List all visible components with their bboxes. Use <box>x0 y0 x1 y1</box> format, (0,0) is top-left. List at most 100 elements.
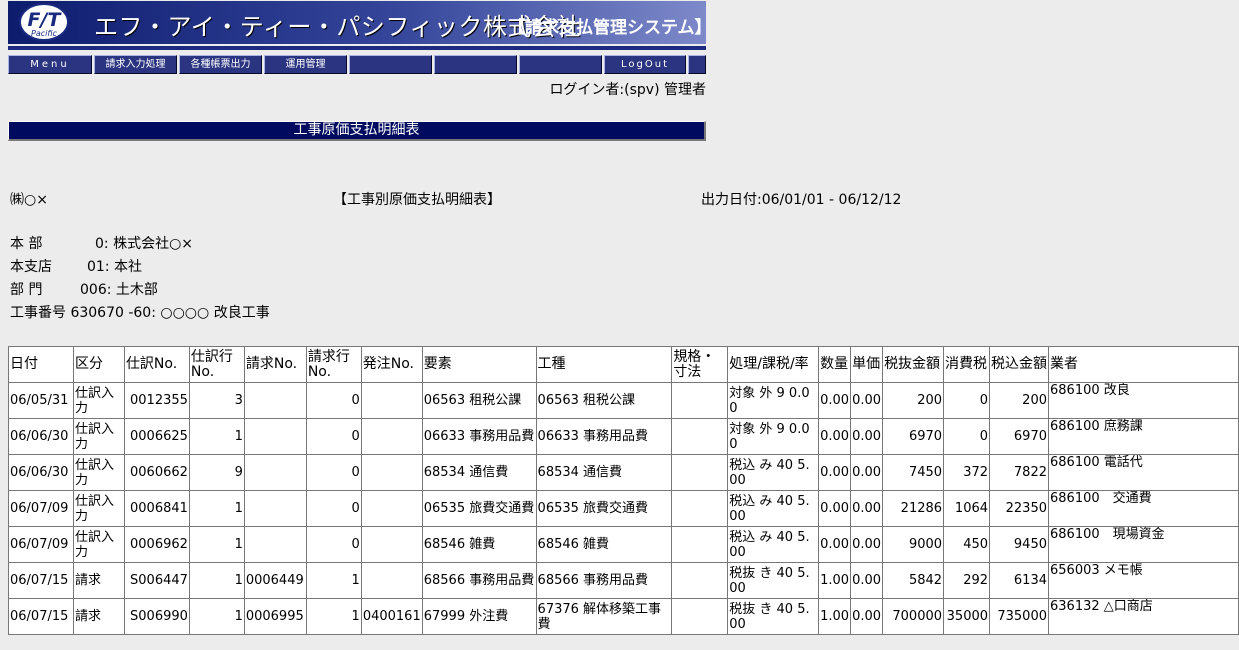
cell-spec <box>671 382 729 419</box>
cell-invoice-line: 0 <box>305 454 362 491</box>
nav-operations-button[interactable]: 運用管理 <box>264 55 347 74</box>
cell-consumption-tax: 450 <box>943 526 991 563</box>
cell-consumption-tax: 0 <box>943 418 991 455</box>
col-vendor: 業者 <box>1048 346 1239 383</box>
cell-unit-price: 0.00 <box>850 526 884 563</box>
cell-element: 68546 雑費 <box>421 526 537 563</box>
table-row: 06/07/15 請求 S006447 1 0006449 1 68566 事務用品費 685… <box>8 562 1239 599</box>
cell-invoice-no: 0006449 <box>243 562 307 599</box>
col-work-type: 工種 <box>535 346 673 383</box>
cell-quantity: 1.00 <box>818 562 852 599</box>
cell-vendor: 686100 交通費 <box>1048 490 1239 527</box>
report-title: 【工事別原価支払明細表】 <box>333 192 501 208</box>
cell-type: 仕訳入力 <box>72 382 125 419</box>
cell-quantity: 0.00 <box>818 454 852 491</box>
cell-journal-no: 0060662 <box>123 454 190 491</box>
cell-consumption-tax: 0 <box>943 382 991 419</box>
info-project-number: 工事番号 630670 -60: ○○○○ 改良工事 <box>10 303 270 323</box>
cell-journal-line: 1 <box>188 562 245 599</box>
cell-quantity: 0.00 <box>818 418 852 455</box>
cell-journal-no: 0006841 <box>123 490 190 527</box>
cell-date: 06/05/31 <box>8 382 74 419</box>
cell-process-tax-rate: 税抜 き 40 5.00 <box>727 562 820 599</box>
nav-empty-button-3[interactable] <box>519 55 602 74</box>
cell-amount-incl-tax: 6970 <box>989 418 1049 455</box>
cell-quantity: 0.00 <box>818 526 852 563</box>
cell-process-tax-rate: 税抜 き 40 5.00 <box>727 598 820 635</box>
col-invoice-line: 請求行No. <box>305 346 362 383</box>
info-headquarters: 本 部 0: 株式会社○× <box>10 234 193 254</box>
nav-empty-button-1[interactable] <box>349 55 432 74</box>
info-label: 本支店 <box>10 259 52 275</box>
table-row: 06/06/30 仕訳入力 0060662 9 0 68534 通信費 68534 通信費 税… <box>8 454 1239 491</box>
cell-spec <box>671 562 729 599</box>
cell-invoice-line: 0 <box>305 382 362 419</box>
col-consumption-tax: 消費税 <box>943 346 991 383</box>
cell-invoice-line: 1 <box>305 598 362 635</box>
cell-work-type: 68566 事務用品費 <box>535 562 673 599</box>
nav-empty-button-2[interactable] <box>434 55 517 74</box>
table-row: 06/05/31 仕訳入力 0012355 3 0 06563 租税公課 06563 租税公… <box>8 382 1239 419</box>
table-row: 06/06/30 仕訳入力 0006625 1 0 06633 事務用品費 06633 事務… <box>8 418 1239 455</box>
cell-journal-line: 1 <box>188 418 245 455</box>
cell-invoice-line: 0 <box>305 490 362 527</box>
cell-journal-line: 1 <box>188 598 245 635</box>
logo-subtext: Pacific <box>31 29 57 38</box>
info-label: 部 門 <box>10 282 43 298</box>
nav-empty-button-4[interactable] <box>688 55 706 74</box>
cell-journal-line: 1 <box>188 490 245 527</box>
cell-unit-price: 0.00 <box>850 382 884 419</box>
cell-order-no <box>360 382 423 419</box>
col-quantity: 数量 <box>818 346 852 383</box>
cell-work-type: 67376 解体移築工事費 <box>535 598 673 635</box>
cell-quantity: 0.00 <box>818 382 852 419</box>
cell-order-no <box>360 418 423 455</box>
info-branch: 本支店 01: 本社 <box>10 257 142 277</box>
cell-date: 06/06/30 <box>8 454 74 491</box>
login-user: ログイン者:(spv) 管理者 <box>549 82 706 98</box>
cell-journal-line: 1 <box>188 526 245 563</box>
nav-menu-button[interactable]: Menu <box>8 55 92 74</box>
cost-payment-table: 日付 区分 仕訳No. 仕訳行No. 請求No. 請求行No. 発注No. 要素… <box>8 346 1239 635</box>
cell-unit-price: 0.00 <box>850 454 884 491</box>
cell-consumption-tax: 35000 <box>943 598 991 635</box>
cell-type: 仕訳入力 <box>72 454 125 491</box>
cell-journal-no: 0012355 <box>123 382 190 419</box>
cell-type: 仕訳入力 <box>72 490 125 527</box>
nav-logout-button[interactable]: LogOut <box>604 55 686 74</box>
cell-unit-price: 0.00 <box>850 418 884 455</box>
cell-element: 06535 旅費交通費 <box>421 490 537 527</box>
cell-consumption-tax: 1064 <box>943 490 991 527</box>
cell-journal-no: S006990 <box>123 598 190 635</box>
cell-invoice-no <box>243 382 307 419</box>
cell-order-no <box>360 526 423 563</box>
cell-element: 67999 外注費 <box>421 598 537 635</box>
info-label: 本 部 <box>10 236 43 252</box>
cell-process-tax-rate: 税込 み 40 5.00 <box>727 454 820 491</box>
cell-order-no <box>360 490 423 527</box>
cell-order-no <box>360 562 423 599</box>
cell-date: 06/06/30 <box>8 418 74 455</box>
nav-report-output-button[interactable]: 各種帳票出力 <box>179 55 262 74</box>
cell-unit-price: 0.00 <box>850 490 884 527</box>
info-value: 0: 株式会社○× <box>95 236 194 252</box>
system-name: 【請求支払管理システム】 <box>508 18 706 38</box>
table-body: 06/05/31 仕訳入力 0012355 3 0 06563 租税公課 06563 租税公… <box>8 382 1239 635</box>
info-value: 01: 本社 <box>87 259 142 275</box>
page-title: 工事原価支払明細表 <box>8 121 706 141</box>
cell-element: 68534 通信費 <box>421 454 537 491</box>
col-invoice-no: 請求No. <box>243 346 307 383</box>
report-period: 出力日付:06/01/01 - 06/12/12 <box>701 192 902 208</box>
cell-date: 06/07/15 <box>8 562 74 599</box>
nav-invoice-entry-button[interactable]: 請求入力処理 <box>94 55 177 74</box>
banner-divider <box>8 46 706 50</box>
cell-amount-excl-tax: 7450 <box>882 454 945 491</box>
cell-type: 仕訳入力 <box>72 526 125 563</box>
cell-process-tax-rate: 税込 み 40 5.00 <box>727 490 820 527</box>
col-order-no: 発注No. <box>360 346 423 383</box>
cell-journal-line: 9 <box>188 454 245 491</box>
cell-vendor: 636132 △口商店 <box>1048 598 1239 635</box>
info-label: 工事番号 <box>10 305 66 321</box>
cell-unit-price: 0.00 <box>850 598 884 635</box>
cell-amount-incl-tax: 7822 <box>989 454 1049 491</box>
